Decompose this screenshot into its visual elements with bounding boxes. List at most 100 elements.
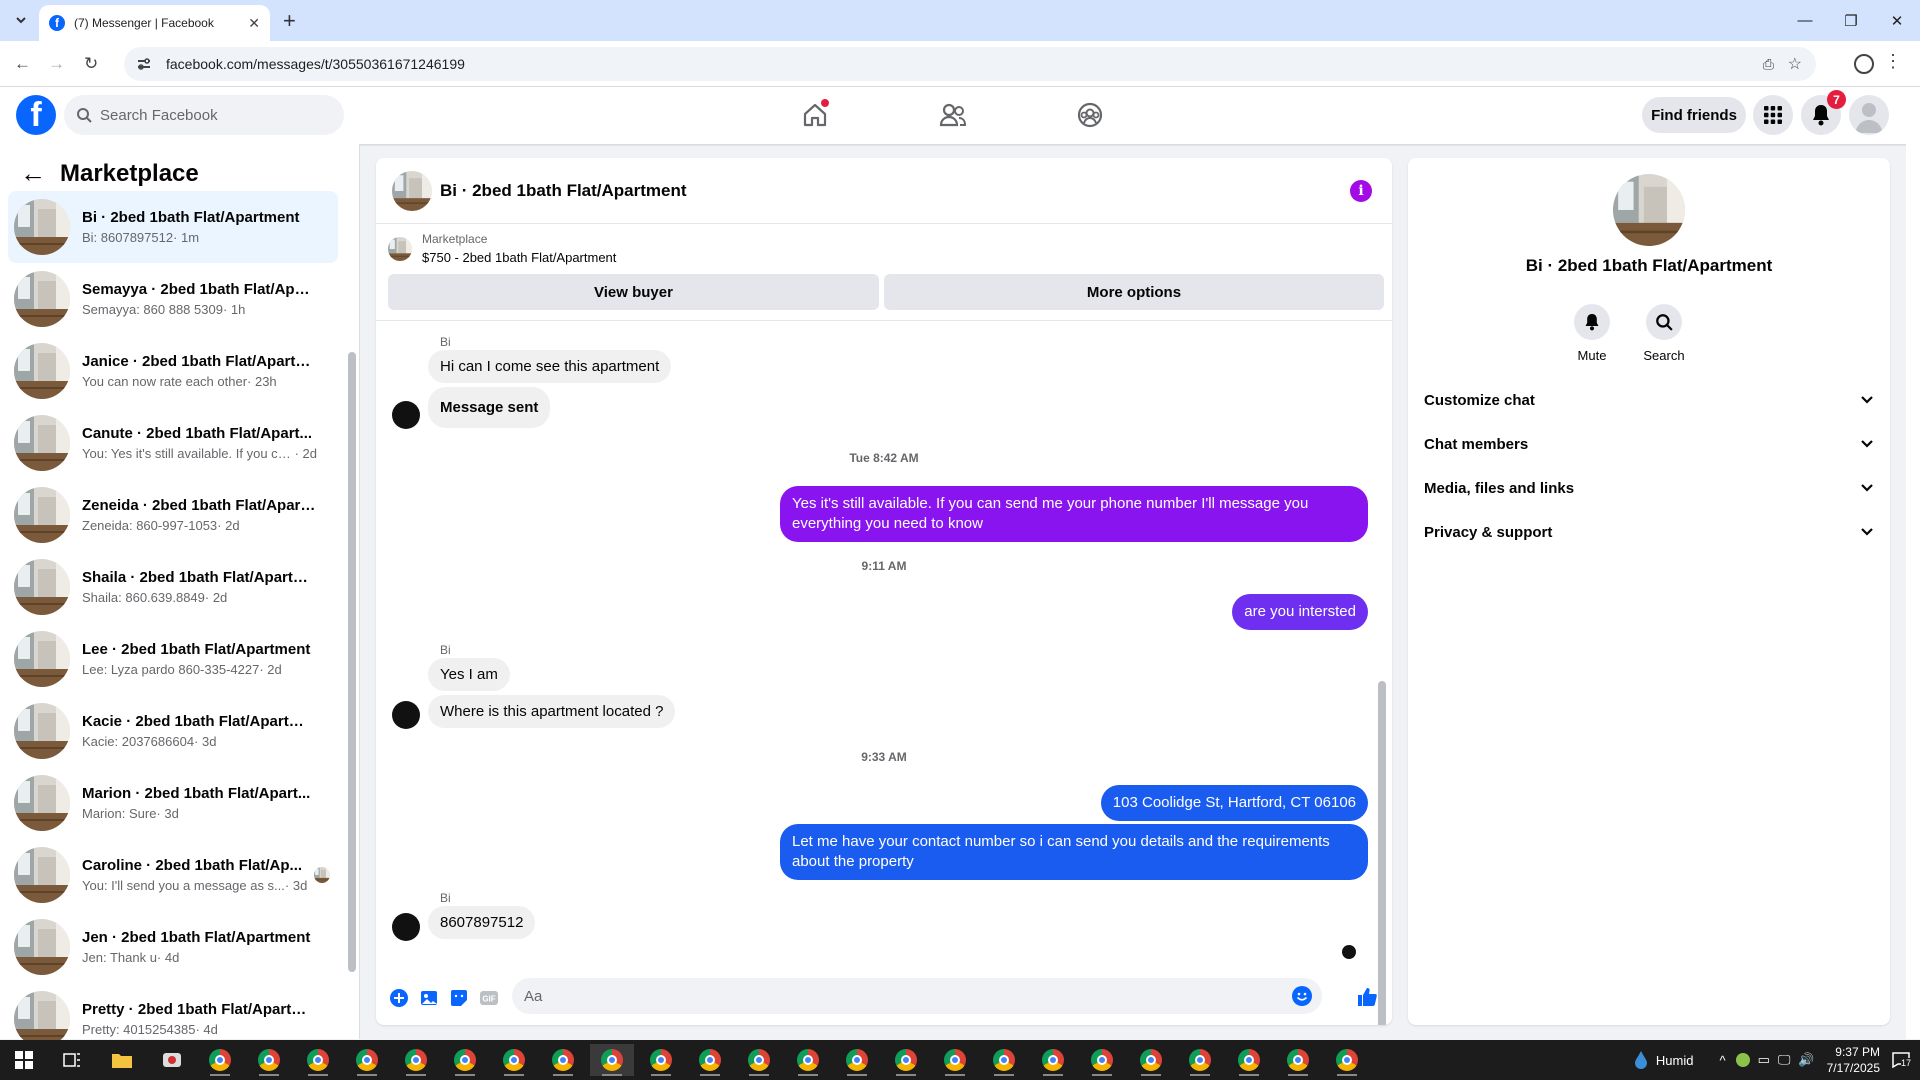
chrome-taskbar-button[interactable] <box>982 1044 1026 1076</box>
outgoing-message[interactable]: Yes it's still available. If you can sen… <box>780 486 1368 542</box>
message-input[interactable] <box>524 987 1224 1005</box>
chevron-up-icon[interactable]: ^ <box>1719 1053 1725 1068</box>
minimize-button[interactable]: — <box>1782 0 1828 41</box>
incoming-message[interactable]: Message sent <box>428 387 551 428</box>
display-icon[interactable]: ▭ <box>1758 1052 1770 1068</box>
mute-action[interactable]: Mute <box>1556 304 1628 363</box>
incoming-message[interactable]: Yes I am <box>428 658 510 691</box>
conversation-item[interactable]: Lee · 2bed 1bath Flat/Apartment Lee: Lyza… <box>8 623 338 695</box>
incoming-message[interactable]: Where is this apartment located ? <box>428 695 676 728</box>
listing-photo[interactable] <box>1613 174 1685 246</box>
install-app-icon[interactable]: ⎙ <box>1763 56 1774 73</box>
chrome-taskbar-button[interactable] <box>1325 1044 1369 1076</box>
chrome-taskbar-button[interactable] <box>492 1044 536 1076</box>
close-window-button[interactable]: ✕ <box>1874 0 1920 41</box>
home-nav-button[interactable] <box>795 97 835 133</box>
chrome-taskbar-button[interactable] <box>541 1044 585 1076</box>
find-friends-button[interactable]: Find friends <box>1642 97 1746 133</box>
tab-search-button[interactable] <box>10 9 32 31</box>
chrome-taskbar-button[interactable] <box>1080 1044 1124 1076</box>
menu-button[interactable] <box>1753 95 1793 135</box>
outgoing-message[interactable]: 103 Coolidge St, Hartford, CT 06106 <box>1100 785 1368 821</box>
chrome-profile-icon[interactable] <box>1854 54 1874 74</box>
conversation-item[interactable]: Zeneida · 2bed 1bath Flat/Apart... Zeneid… <box>8 479 338 551</box>
incoming-message[interactable]: 8607897512 <box>428 906 536 939</box>
chrome-taskbar-button[interactable] <box>688 1044 732 1076</box>
listing-banner[interactable]: Marketplace $750 - 2bed 1bath Flat/Apart… <box>388 232 616 265</box>
task-view-button[interactable] <box>50 1044 94 1076</box>
conversation-item[interactable]: Bi · 2bed 1bath Flat/Apartment Bi: 860789… <box>8 191 338 263</box>
outgoing-message[interactable]: Let me have your contact number so i can… <box>780 824 1368 880</box>
chrome-taskbar-button[interactable] <box>443 1044 487 1076</box>
message-input-box[interactable] <box>512 978 1322 1014</box>
chrome-taskbar-button[interactable] <box>247 1044 291 1076</box>
chrome-taskbar-button[interactable] <box>737 1044 781 1076</box>
more-options-button[interactable]: More options <box>884 274 1384 310</box>
chrome-taskbar-button[interactable] <box>198 1044 242 1076</box>
sticker-icon[interactable] <box>447 986 471 1010</box>
chrome-taskbar-button[interactable] <box>345 1044 389 1076</box>
conversation-item[interactable]: Semayya · 2bed 1bath Flat/Apart... Semayy… <box>8 263 338 335</box>
sender-avatar[interactable] <box>392 401 420 429</box>
browser-tab[interactable]: f (7) Messenger | Facebook ✕ <box>39 5 270 41</box>
chrome-taskbar-button[interactable] <box>296 1044 340 1076</box>
chat-thumbnail[interactable] <box>392 170 432 211</box>
new-tab-button[interactable]: + <box>283 8 296 34</box>
chrome-taskbar-button[interactable] <box>1276 1044 1320 1076</box>
conversation-item[interactable]: Caroline · 2bed 1bath Flat/Ap... You: I'l… <box>8 839 338 911</box>
page-scrollbar[interactable] <box>1906 87 1920 1039</box>
reload-icon[interactable]: ↻ <box>84 54 98 74</box>
sender-avatar[interactable] <box>392 913 420 941</box>
clock[interactable]: 9:37 PM 7/17/2025 <box>1827 1044 1880 1076</box>
start-button[interactable] <box>2 1044 46 1076</box>
tray-app-icon[interactable] <box>1735 1053 1750 1067</box>
chrome-taskbar-button[interactable] <box>1031 1044 1075 1076</box>
chat-title[interactable]: Bi · 2bed 1bath Flat/Apartment <box>440 181 687 201</box>
address-bar[interactable]: facebook.com/messages/t/3055036167124619… <box>124 47 1816 81</box>
customize-chat-section[interactable]: Customize chat <box>1424 382 1874 418</box>
sender-avatar[interactable] <box>392 701 420 729</box>
chrome-taskbar-button[interactable] <box>639 1044 683 1076</box>
back-arrow-icon[interactable]: ← <box>14 54 31 74</box>
facebook-search[interactable] <box>64 95 344 135</box>
emoji-icon[interactable] <box>1292 986 1312 1006</box>
outgoing-message[interactable]: are you intersted <box>1232 594 1368 630</box>
close-tab-icon[interactable]: ✕ <box>248 15 260 32</box>
chrome-taskbar-button[interactable] <box>884 1044 928 1076</box>
privacy-support-section[interactable]: Privacy & support <box>1424 514 1874 550</box>
bookmark-star-icon[interactable]: ☆ <box>1788 54 1802 74</box>
conversation-item[interactable]: Shaila · 2bed 1bath Flat/Apartm... Shaila… <box>8 551 338 623</box>
chat-members-section[interactable]: Chat members <box>1424 426 1874 462</box>
file-explorer-button[interactable] <box>100 1044 144 1076</box>
back-arrow-icon[interactable]: ← <box>20 158 46 189</box>
media-files-links-section[interactable]: Media, files and links <box>1424 470 1874 506</box>
thumbs-up-icon[interactable] <box>1356 986 1378 1008</box>
network-icon[interactable]: 🖵 <box>1778 1052 1791 1068</box>
chrome-taskbar-button[interactable] <box>835 1044 879 1076</box>
volume-icon[interactable]: 🔊 <box>1798 1052 1814 1068</box>
restore-button[interactable]: ❐ <box>1828 0 1874 41</box>
chrome-taskbar-button[interactable] <box>394 1044 438 1076</box>
chrome-taskbar-button[interactable] <box>1178 1044 1222 1076</box>
chrome-taskbar-button[interactable] <box>786 1044 830 1076</box>
conversation-item[interactable]: Marion · 2bed 1bath Flat/Apart... Marion:… <box>8 767 338 839</box>
conversation-item[interactable]: Canute · 2bed 1bath Flat/Apart... You: Ye… <box>8 407 338 479</box>
chrome-taskbar-button[interactable] <box>1129 1044 1173 1076</box>
search-input[interactable] <box>100 106 320 124</box>
chrome-menu-icon[interactable]: ⋮ <box>1884 51 1902 72</box>
groups-nav-button[interactable] <box>1070 97 1110 133</box>
add-icon[interactable] <box>387 986 411 1010</box>
chrome-taskbar-button[interactable] <box>933 1044 977 1076</box>
conversation-item[interactable]: Kacie · 2bed 1bath Flat/Apartment Kacie: … <box>8 695 338 767</box>
conversation-list-scrollbar[interactable] <box>348 352 356 972</box>
conversation-item[interactable]: Jen · 2bed 1bath Flat/Apartment Jen: Than… <box>8 911 338 983</box>
conversation-item[interactable]: Janice · 2bed 1bath Flat/Apartm... You ca… <box>8 335 338 407</box>
facebook-logo[interactable]: f <box>16 95 56 135</box>
view-buyer-button[interactable]: View buyer <box>388 274 879 310</box>
friends-nav-button[interactable] <box>933 97 973 133</box>
chrome-taskbar-button[interactable] <box>590 1044 634 1076</box>
notification-center-button[interactable]: 17 <box>1892 1052 1912 1068</box>
weather-text[interactable]: Humid <box>1656 1053 1694 1068</box>
forward-arrow-icon[interactable]: → <box>48 54 65 74</box>
search-action[interactable]: Search <box>1628 304 1700 363</box>
